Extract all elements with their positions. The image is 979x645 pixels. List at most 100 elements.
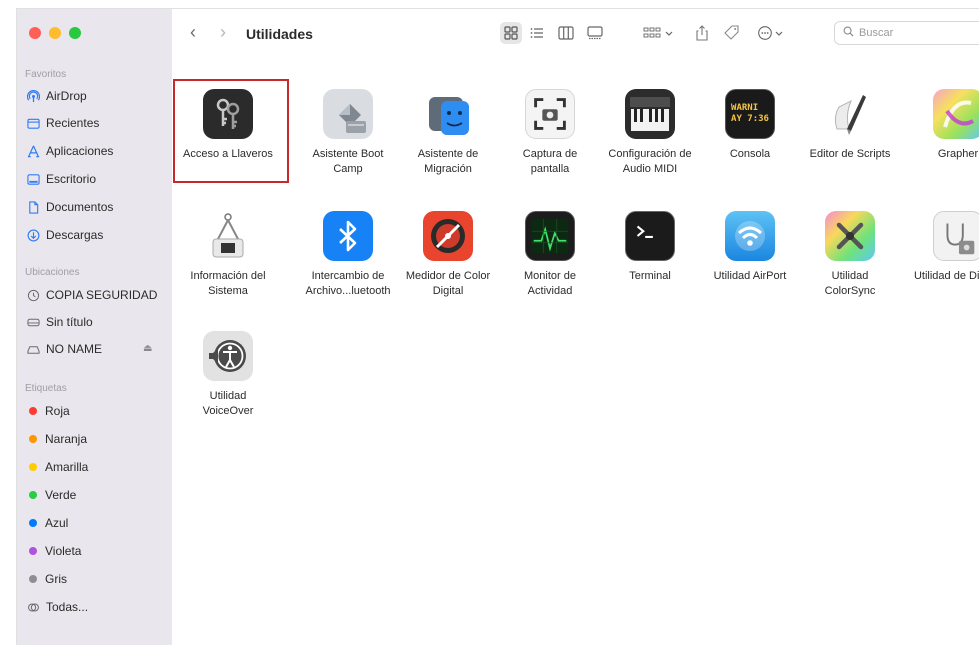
sidebar-item-label: Violeta [45, 544, 82, 558]
downloads-icon [27, 229, 40, 242]
applications-icon [27, 145, 40, 158]
sidebar-tag-azul[interactable]: Azul [27, 512, 68, 534]
sidebar-item-copia-seguridad[interactable]: COPIA SEGURIDAD [27, 284, 157, 306]
app-grapher[interactable]: Grapher [908, 89, 979, 162]
app-script-editor[interactable]: Editor de Scripts [800, 89, 900, 162]
sidebar-tag-roja[interactable]: Roja [27, 400, 70, 422]
app-label: Terminal [629, 270, 671, 282]
app-bluetooth-file-exchange[interactable]: Intercambio de Archivo...luetooth [298, 211, 398, 299]
sidebar-item-label: Sin título [46, 315, 93, 329]
column-view-button[interactable] [556, 23, 576, 43]
airport-icon [725, 211, 775, 261]
close-button[interactable] [29, 27, 41, 39]
voiceover-icon [203, 331, 253, 381]
app-label: Configuración de Audio MIDI [608, 148, 692, 175]
app-system-information[interactable]: Información del Sistema [178, 211, 278, 299]
finder-window: Favoritos AirDrop Recientes Aplicaciones… [16, 8, 979, 645]
sidebar-item-documentos[interactable]: Documentos [27, 196, 113, 218]
group-by-button[interactable] [642, 23, 676, 43]
app-digital-color-meter[interactable]: Medidor de Color Digital [398, 211, 498, 299]
list-view-button[interactable] [527, 23, 547, 43]
sidebar-item-aplicaciones[interactable]: Aplicaciones [27, 140, 113, 162]
columns-icon [558, 26, 574, 40]
sidebar-item-todas[interactable]: Todas... [27, 596, 88, 618]
sidebar-item-label: Naranja [45, 432, 88, 446]
terminal-icon [625, 211, 675, 261]
app-label: Acceso a Llaveros [183, 148, 273, 160]
sidebar-tag-verde[interactable]: Verde [27, 484, 76, 506]
app-terminal[interactable]: Terminal [600, 211, 700, 284]
sidebar-item-recientes[interactable]: Recientes [27, 112, 99, 134]
tag-color-dot [29, 519, 37, 527]
window-title: Utilidades [246, 26, 313, 42]
script-editor-icon [825, 89, 875, 139]
search-field[interactable]: Buscar [834, 21, 979, 45]
grapher-icon [933, 89, 979, 139]
sidebar-item-label: Todas... [46, 600, 89, 614]
app-airport-utility[interactable]: Utilidad AirPort [700, 211, 800, 284]
sidebar-item-sin-titulo[interactable]: Sin título [27, 311, 93, 333]
app-label: Monitor de Actividad [524, 270, 576, 297]
all-tags-icon [27, 601, 40, 614]
app-activity-monitor[interactable]: Monitor de Actividad [500, 211, 600, 299]
ellipsis-circle-icon [758, 26, 783, 40]
sidebar-item-label: AirDrop [46, 89, 87, 103]
share-icon [696, 25, 708, 41]
tag-button[interactable] [722, 23, 742, 43]
sidebar-item-label: Verde [45, 488, 77, 502]
app-label: Información del Sistema [190, 270, 266, 297]
share-button[interactable] [692, 23, 712, 43]
app-label: Utilidad AirPort [713, 270, 787, 282]
app-migration-assistant[interactable]: Asistente de Migración [398, 89, 498, 177]
sidebar-item-label: Aplicaciones [46, 144, 114, 158]
sidebar-item-airdrop[interactable]: AirDrop [27, 85, 87, 107]
sidebar-item-label: NO NAME [46, 342, 103, 356]
keychain-icon [203, 89, 253, 139]
app-label: Grapher [937, 148, 979, 160]
search-input[interactable]: Buscar [859, 27, 893, 39]
app-colorsync-utility[interactable]: Utilidad ColorSync [800, 211, 900, 299]
sidebar-item-no-name[interactable]: NO NAME [27, 338, 102, 360]
app-audio-midi-setup[interactable]: Configuración de Audio MIDI [600, 89, 700, 177]
forward-button[interactable]: › [220, 23, 226, 41]
icon-view-button[interactable] [500, 22, 522, 44]
app-label: Editor de Scripts [809, 148, 891, 160]
sidebar-item-escritorio[interactable]: Escritorio [27, 168, 96, 190]
sidebar-item-label: Documentos [46, 200, 114, 214]
sidebar-item-label: COPIA SEGURIDAD [46, 288, 158, 302]
tag-color-dot [29, 491, 37, 499]
window-controls [29, 27, 81, 39]
bootcamp-icon [323, 89, 373, 139]
tag-color-dot [29, 463, 37, 471]
zoom-button[interactable] [69, 27, 81, 39]
sidebar-tag-gris[interactable]: Gris [27, 568, 67, 590]
app-boot-camp[interactable]: Asistente Boot Camp [298, 89, 398, 177]
favorites-heading: Favoritos [25, 69, 67, 80]
app-console[interactable]: WARNI AY 7:36 Consola [700, 89, 800, 162]
sidebar-tag-amarilla[interactable]: Amarilla [27, 456, 88, 478]
tag-color-dot [29, 435, 37, 443]
locations-heading: Ubicaciones [25, 267, 80, 278]
airdrop-icon [27, 89, 40, 103]
tag-color-dot [29, 575, 37, 583]
grid-icon [504, 26, 518, 40]
system-info-icon [203, 211, 253, 261]
tag-icon [724, 25, 739, 40]
gallery-view-button[interactable] [585, 23, 605, 43]
more-actions-button[interactable] [756, 23, 790, 43]
app-disk-utility[interactable]: Utilidad de Discos [908, 211, 979, 284]
color-meter-icon [423, 211, 473, 261]
app-keychain-access[interactable]: Acceso a Llaveros [178, 89, 278, 162]
console-icon: WARNI AY 7:36 [725, 89, 775, 139]
eject-icon[interactable]: ⏏ [143, 343, 152, 354]
tag-color-dot [29, 547, 37, 555]
app-voiceover-utility[interactable]: Utilidad VoiceOver [178, 331, 278, 419]
minimize-button[interactable] [49, 27, 61, 39]
group-chevron-icon [643, 27, 673, 38]
app-screenshot[interactable]: Captura de pantalla [500, 89, 600, 177]
sidebar-item-descargas[interactable]: Descargas [27, 224, 103, 246]
back-button[interactable]: ‹ [190, 23, 196, 41]
sidebar-tag-violeta[interactable]: Violeta [27, 540, 81, 562]
sidebar-tag-naranja[interactable]: Naranja [27, 428, 87, 450]
midi-icon [625, 89, 675, 139]
